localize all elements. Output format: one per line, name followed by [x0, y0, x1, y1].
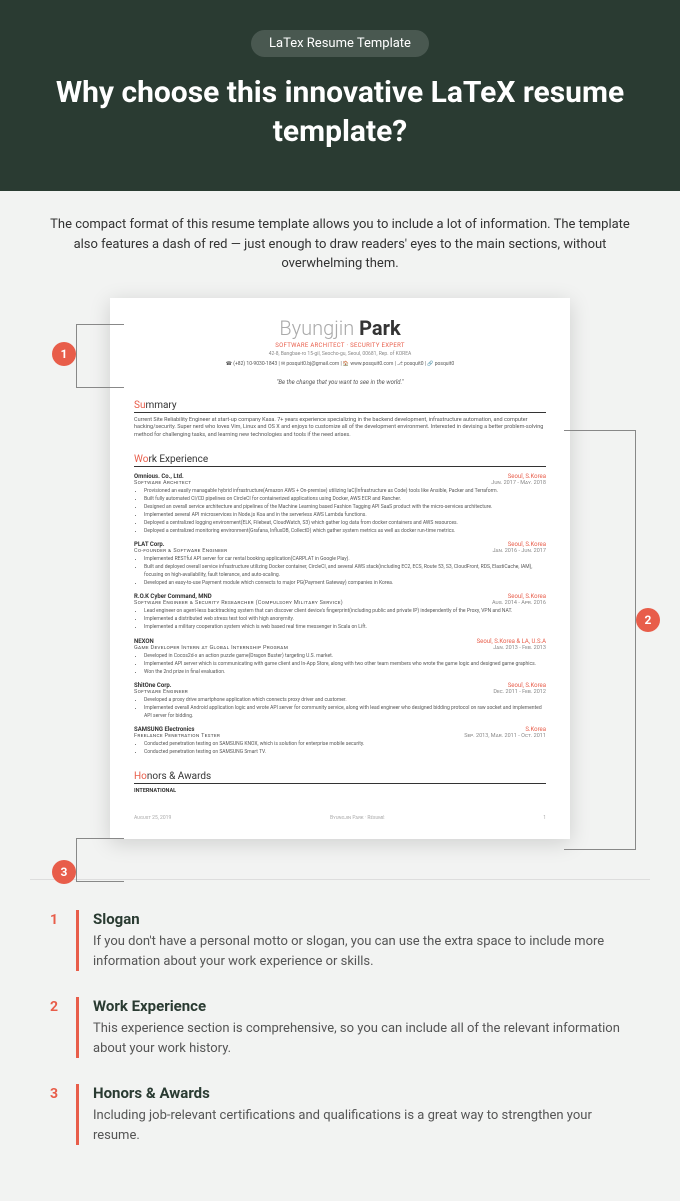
- job-entry: SAMSUNG ElectronicsS.KoreaFreelance Pene…: [134, 726, 546, 757]
- callout-body: Including job-relevant certifications an…: [93, 1106, 630, 1145]
- resume-preview: Byungjin Park SOFTWARE ARCHITECT · SECUR…: [110, 298, 570, 840]
- connector-2: [564, 430, 636, 850]
- callout-body: This experience section is comprehensive…: [93, 1019, 630, 1058]
- category-pill: LaTex Resume Template: [251, 30, 429, 57]
- callout-1: 1 Slogan If you don't have a personal mott…: [50, 910, 630, 971]
- resume-quote: "Be the change that you want to see in t…: [134, 379, 546, 386]
- work-section: Work Experience Omnious. Co., Ltd.Seoul,…: [134, 454, 546, 757]
- callout-number: 3: [50, 1084, 62, 1145]
- resume-name: Byungjin Park: [134, 316, 546, 340]
- job-entry: ShitOne Corp.Seoul, S.KoreaSoftware Engi…: [134, 682, 546, 720]
- connector-3: [76, 838, 124, 882]
- callout-body: If you don't have a personal motto or sl…: [93, 932, 630, 971]
- callout-title: Honors & Awards: [93, 1084, 630, 1102]
- callout-number: 2: [50, 997, 62, 1058]
- resume-address: 42-8, Bangbae-ro 15-gil, Seocho-gu, Seou…: [134, 351, 546, 357]
- honors-section: Honors & Awards INTERNATIONAL: [134, 771, 546, 796]
- marker-1: 1: [52, 342, 76, 366]
- callout-2: 2 Work Experience This experience section …: [50, 997, 630, 1058]
- job-entry: Omnious. Co., Ltd.Seoul, S.KoreaSoftware…: [134, 473, 546, 536]
- callout-title: Slogan: [93, 910, 630, 928]
- resume-footer: August 25, 2019 Byungjin Park · Résumé 1: [134, 815, 546, 821]
- marker-3: 3: [52, 860, 76, 884]
- summary-section: Summary Current Site Reliability Enginee…: [134, 400, 546, 440]
- resume-subtitle: SOFTWARE ARCHITECT · SECURITY EXPERT: [134, 342, 546, 349]
- hero-title: Why choose this innovative LaTeX resume …: [40, 73, 640, 151]
- callout-title: Work Experience: [93, 997, 630, 1015]
- job-entry: PLAT Corp.Seoul, S.KoreaCo-founder & Sof…: [134, 541, 546, 587]
- connector-1: [76, 324, 124, 388]
- callouts-section: 1 Slogan If you don't have a personal mott…: [0, 880, 680, 1201]
- intro-text: The compact format of this resume templa…: [0, 191, 680, 298]
- preview-area: 1 2 3 Byungjin Park SOFTWARE ARCHITECT ·…: [0, 298, 680, 880]
- resume-contact: ☎ (+82) 10-9030-1843 | ✉ posquit0.bj@gma…: [134, 361, 546, 367]
- job-entry: NEXONSeoul, S.Korea & LA, U.S.AGame Deve…: [134, 638, 546, 677]
- job-entry: R.O.K Cyber Command, MNDSeoul, S.KoreaSo…: [134, 593, 546, 632]
- marker-2: 2: [636, 608, 660, 632]
- callout-number: 1: [50, 910, 62, 971]
- hero-section: LaTex Resume Template Why choose this in…: [0, 0, 680, 191]
- callout-3: 3 Honors & Awards Including job-relevant c…: [50, 1084, 630, 1145]
